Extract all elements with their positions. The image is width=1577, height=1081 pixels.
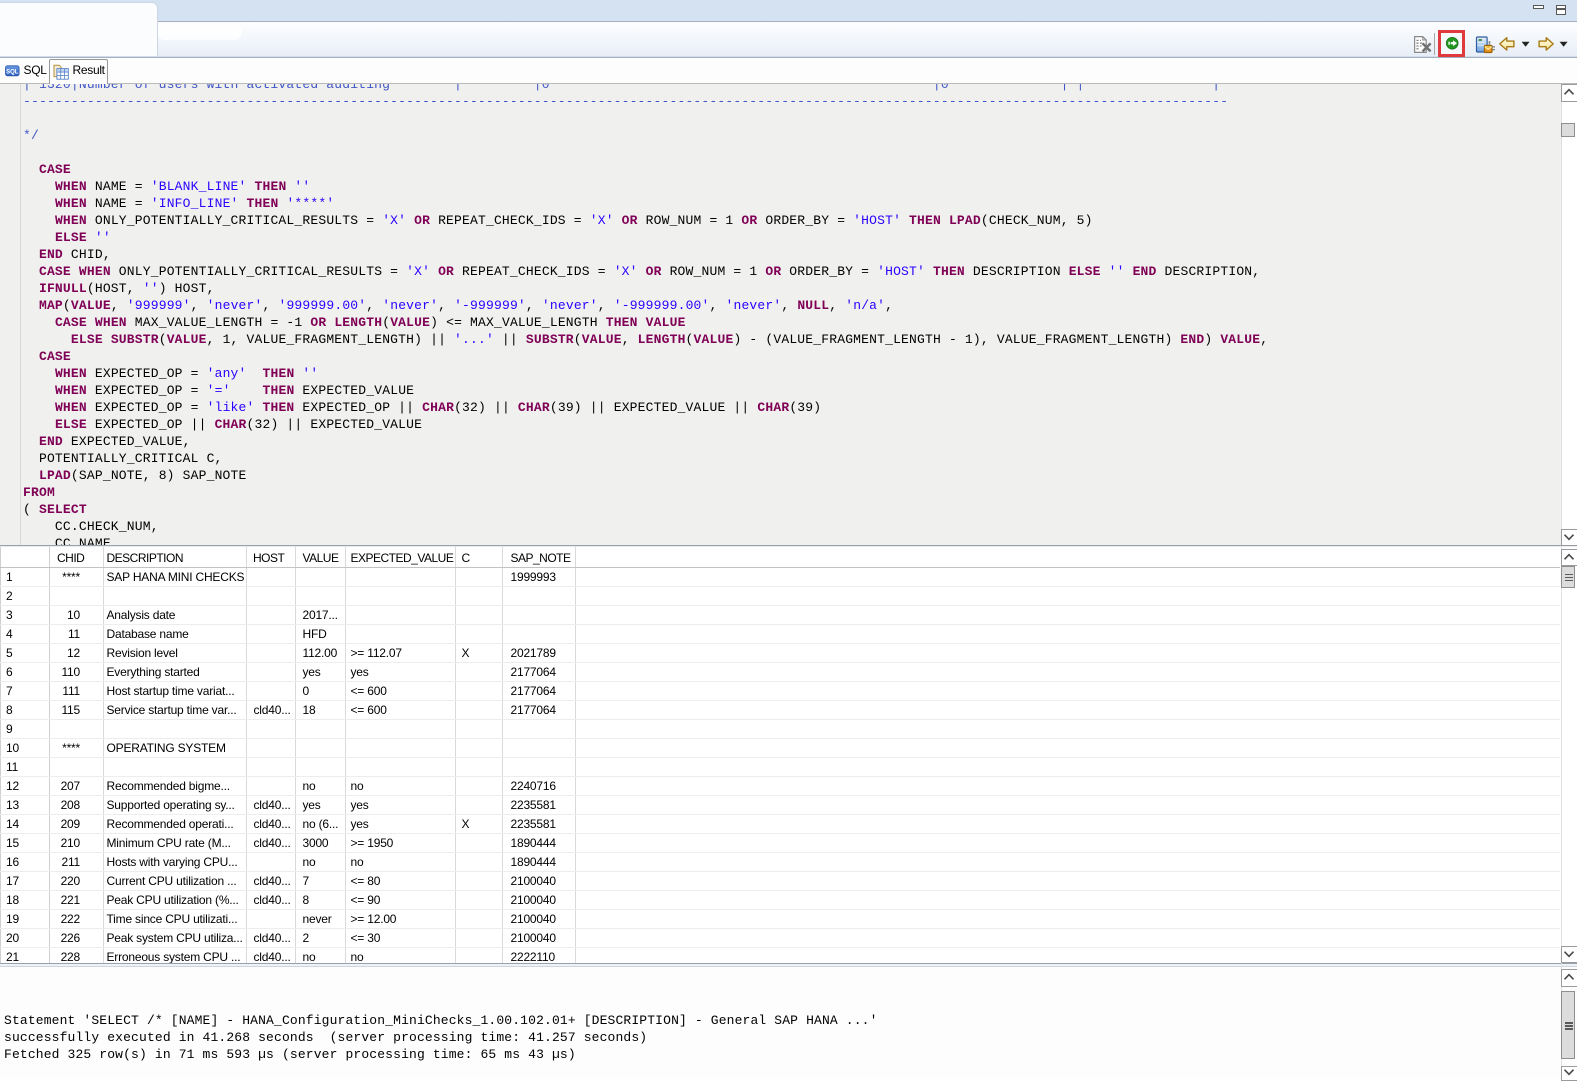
svg-text:SQL: SQL [6, 70, 19, 76]
